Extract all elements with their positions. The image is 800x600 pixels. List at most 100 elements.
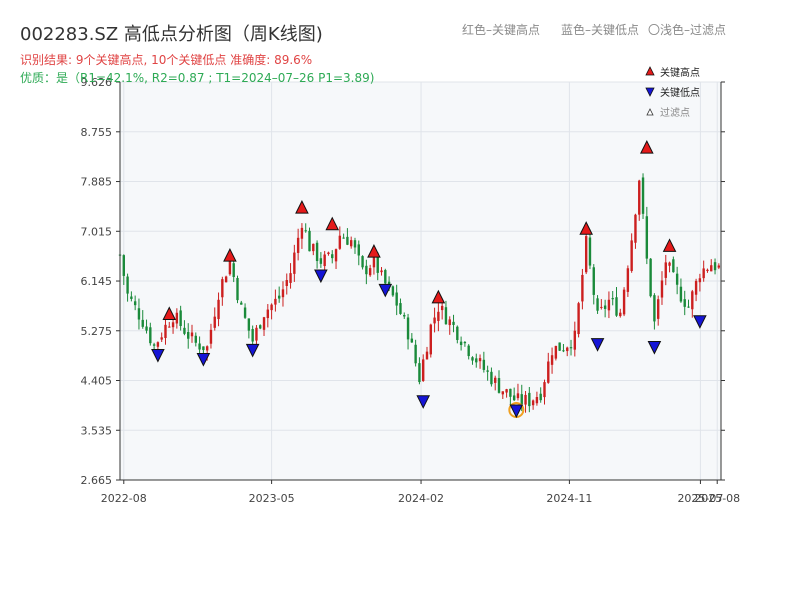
candle-body [368, 268, 372, 276]
candle-body [694, 280, 698, 295]
candle-body [626, 268, 630, 292]
candle-body [531, 400, 535, 406]
candle-body [641, 177, 645, 214]
candle-body [224, 276, 228, 283]
candle-body [634, 214, 637, 243]
candle-body [615, 297, 618, 316]
candle-body [365, 265, 368, 275]
candle-body [406, 317, 410, 340]
candle-body [656, 299, 660, 319]
candle-body [528, 392, 531, 407]
candle-body [141, 319, 144, 327]
candle-body [228, 260, 232, 275]
candle-body [312, 243, 315, 252]
candle-body [463, 341, 467, 344]
candle-body [357, 244, 360, 256]
candle-body [524, 394, 527, 405]
candle-body [247, 318, 251, 331]
candle-body [456, 326, 459, 340]
candle-body [205, 346, 209, 351]
candle-body [323, 254, 326, 267]
candle-body [152, 344, 156, 346]
x-tick-label: 2022-08 [101, 492, 147, 505]
candle-body [236, 278, 239, 301]
candle-body [342, 237, 345, 239]
candle-body [433, 317, 436, 324]
candle-body [698, 278, 702, 283]
candle-body [308, 230, 311, 252]
candle-body [319, 258, 323, 264]
candle-body [573, 330, 577, 350]
candle-body [262, 317, 266, 330]
candle-body [133, 301, 137, 306]
legend-item-label: 过滤点 [660, 106, 690, 119]
candle-body [482, 359, 486, 370]
candle-body [547, 361, 550, 383]
candle-body [304, 230, 307, 232]
candle-body [346, 236, 349, 245]
candle-body [403, 315, 406, 317]
candle-body [687, 306, 690, 308]
candle-body [452, 321, 455, 325]
candle-body [509, 388, 512, 397]
candle-body [418, 363, 421, 383]
candle-body [353, 240, 357, 248]
candle-body [145, 326, 148, 331]
x-tick-label: 2023-05 [249, 492, 295, 505]
candle-body [217, 299, 220, 320]
candle-body [672, 259, 675, 273]
candle-body [619, 312, 622, 317]
candle-body [270, 304, 273, 311]
candle-body [122, 255, 125, 276]
candle-body [603, 305, 607, 309]
candle-body [588, 237, 592, 266]
candle-body [395, 292, 398, 306]
candle-body [592, 267, 595, 295]
candle-body [691, 291, 694, 310]
candle-body [569, 347, 573, 349]
candle-body [315, 242, 319, 262]
candle-body [331, 254, 334, 259]
candle-body [361, 256, 364, 268]
candle-body [717, 265, 721, 268]
candle-body [296, 237, 300, 253]
candle-body [425, 351, 429, 360]
candle-body [596, 298, 599, 311]
candle-body [494, 377, 497, 383]
quality-summary: 优质：是（R1=42.1%, R2=0.87 ; T1=2024–07–26 P… [20, 71, 375, 85]
candle-body [607, 299, 611, 311]
candle-body [232, 263, 235, 278]
y-tick-label: 7.015 [81, 225, 113, 238]
candle-body [149, 327, 152, 344]
candle-body [171, 322, 175, 328]
candle-body [137, 308, 141, 320]
candle-body [444, 307, 448, 325]
x-tick-label: 2025-08 [694, 492, 740, 505]
candle-body [505, 389, 508, 393]
candle-body [501, 391, 504, 395]
x-tick-label: 2024-02 [398, 492, 444, 505]
candle-body [535, 397, 539, 404]
candle-body [179, 310, 182, 327]
candle-body [638, 180, 641, 215]
legend-high-icon [645, 66, 655, 76]
candle-body [611, 298, 614, 300]
candle-body [584, 236, 588, 273]
candle-body [702, 268, 705, 279]
candle-body [259, 325, 262, 329]
candle-body [581, 274, 584, 302]
y-tick-label: 7.885 [81, 176, 113, 189]
candle-body [281, 289, 285, 298]
candle-body [130, 296, 133, 299]
candlestick-chart: 2.665 3.535 4.405 5.275 6.145 7.015 7.885 8.755… [81, 66, 741, 505]
candle-body [554, 345, 558, 359]
candle-body [539, 393, 542, 401]
candle-body [293, 252, 296, 274]
legend-item-label: 关键高点 [660, 66, 700, 79]
candle-body [562, 350, 565, 352]
candle-body [183, 327, 186, 334]
candle-body [243, 307, 247, 318]
candle-body [429, 324, 432, 355]
candle-body [391, 286, 395, 296]
candle-body [240, 302, 243, 305]
